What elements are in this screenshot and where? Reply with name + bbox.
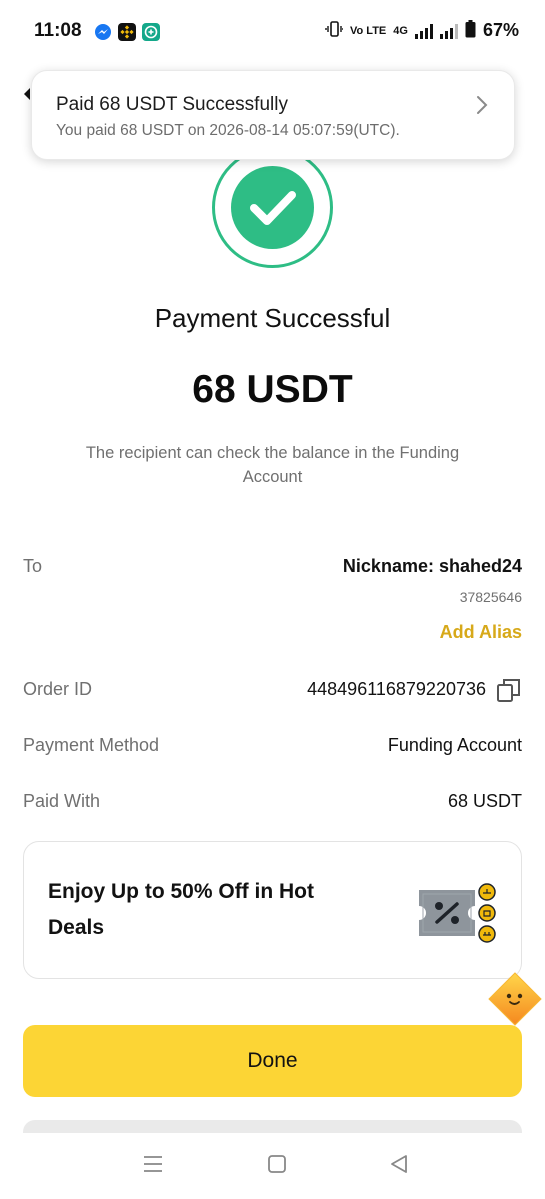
hot-deals-promo-card[interactable]: Enjoy Up to 50% Off in Hot Deals	[23, 841, 522, 979]
coupon-icon	[419, 883, 496, 943]
status-right-group: Vo LTE 4G 67%	[325, 20, 519, 41]
promo-text: Enjoy Up to 50% Off in Hot Deals	[48, 880, 314, 939]
copy-icon[interactable]	[496, 677, 522, 703]
done-button[interactable]: Done	[23, 1025, 522, 1097]
paid-with-value: 68 USDT	[447, 791, 522, 811]
notification-subtitle: You paid 68 USDT on 2026-08-14 05:07:59(…	[56, 122, 400, 139]
back-arrow-icon[interactable]	[24, 88, 30, 100]
menu-icon[interactable]	[142, 1153, 164, 1175]
app-icon	[142, 23, 160, 41]
messenger-icon	[94, 23, 112, 41]
status-bar: 11:08 Vo LTE 4G 67%	[0, 0, 545, 64]
order-id-label: Order ID	[23, 679, 93, 699]
notification-title: Paid 68 USDT Successfully	[56, 94, 288, 115]
signal-icon	[414, 23, 433, 39]
network-4g-label: 4G	[393, 24, 408, 37]
paid-with-label: Paid With	[23, 791, 101, 811]
signal-icon-2	[439, 23, 458, 39]
status-time: 11:08	[34, 20, 82, 41]
binance-icon	[118, 23, 136, 41]
mascot-icon[interactable]	[487, 971, 543, 1029]
recipient-id: 37825646	[459, 589, 522, 605]
home-icon[interactable]	[266, 1153, 288, 1175]
to-label: To	[23, 556, 43, 576]
back-icon[interactable]	[388, 1153, 410, 1175]
payment-amount: 68 USDT	[192, 368, 353, 411]
vibrate-icon	[325, 20, 344, 41]
order-id-value: 448496116879220736	[307, 679, 486, 699]
volte-label: Vo LTE	[350, 24, 387, 37]
payment-notification[interactable]: Paid 68 USDT Successfully You paid 68 US…	[31, 70, 515, 160]
success-icon	[212, 147, 333, 268]
battery-icon	[465, 20, 476, 41]
payment-method-value: Funding Account	[387, 735, 522, 755]
payment-note: The recipient can check the balance in t…	[85, 444, 460, 486]
system-nav-bar	[0, 1133, 545, 1199]
add-alias-link[interactable]: Add Alias	[440, 622, 522, 643]
payment-title: Payment Successful	[154, 303, 391, 333]
recipient-nickname: Nickname: shahed24	[342, 556, 522, 576]
battery-percent: 67%	[482, 20, 519, 40]
payment-method-label: Payment Method	[23, 735, 160, 755]
checkmark-icon	[231, 166, 314, 249]
chevron-right-icon	[477, 96, 488, 114]
